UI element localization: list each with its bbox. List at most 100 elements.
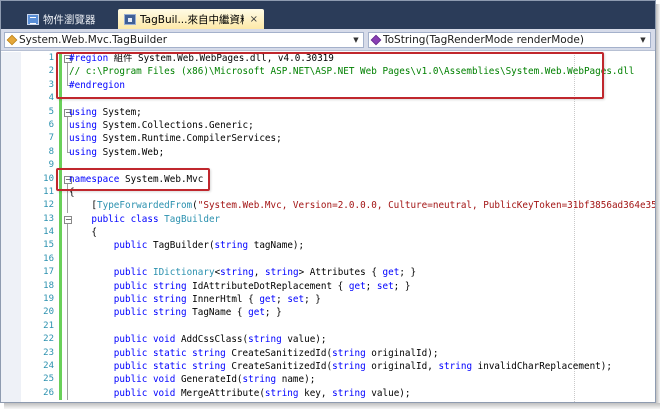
- code-line[interactable]: 23 public static string CreateSanitizedI…: [1, 346, 655, 360]
- change-marker: [59, 172, 62, 186]
- line-number: 21: [43, 320, 54, 331]
- code-text: using System.Collections.Generic;: [69, 119, 254, 131]
- tab-label: 物件瀏覽器: [43, 13, 96, 26]
- code-text: public void AddCssClass(string value);: [113, 334, 327, 346]
- code-line[interactable]: 6 using System.Collections.Generic;: [1, 118, 655, 133]
- code-line[interactable]: 12 [TypeForwardedFrom("System.Web.Mvc, V…: [1, 199, 655, 213]
- code-line[interactable]: 8 using System.Web;: [1, 145, 655, 160]
- navigation-bar: System.Web.Mvc.TagBuilder ▼ ToString(Tag…: [1, 29, 655, 51]
- change-marker: [59, 293, 62, 307]
- change-marker: [59, 279, 62, 294]
- chevron-down-icon[interactable]: ▼: [636, 33, 650, 47]
- outline-margin: [64, 159, 72, 172]
- code-line[interactable]: 21: [1, 319, 655, 334]
- line-number: 23: [43, 347, 54, 358]
- code-text: // c:\Program Files (x86)\Microsoft ASP.…: [69, 66, 635, 78]
- code-text: using System.Web;: [69, 146, 165, 158]
- code-text: using System.Runtime.CompilerServices;: [69, 133, 282, 145]
- class-icon: [6, 34, 18, 46]
- change-marker: [59, 185, 62, 200]
- code-text: {: [69, 227, 97, 239]
- code-line[interactable]: 16: [1, 252, 655, 267]
- code-line[interactable]: 15 public TagBuilder(string tagName);: [1, 239, 655, 253]
- code-text: public class TagBuilder: [91, 213, 221, 225]
- code-line[interactable]: 26 public void MergeAttribute(string key…: [1, 386, 655, 401]
- code-line[interactable]: 20 public string TagName { get; }: [1, 306, 655, 320]
- line-number: 10: [43, 173, 54, 184]
- line-number: 8: [48, 146, 54, 157]
- change-marker: [59, 386, 62, 401]
- change-marker: [59, 118, 62, 133]
- code-line[interactable]: 25 public void GenerateId(string name);: [1, 373, 655, 387]
- outline-margin: [64, 92, 72, 105]
- code-line[interactable]: 22 public void AddCssClass(string value)…: [1, 333, 655, 347]
- line-number: 7: [48, 133, 54, 144]
- code-line[interactable]: 5− using System;: [1, 105, 655, 120]
- line-number: 26: [43, 387, 54, 398]
- change-marker: [59, 105, 62, 119]
- code-line[interactable]: 2 // c:\Program Files (x86)\Microsoft ASP…: [1, 65, 655, 79]
- code-line[interactable]: 9: [1, 159, 655, 173]
- line-number: 18: [43, 280, 54, 291]
- csharp-file-icon: [124, 13, 136, 25]
- change-marker: [59, 306, 62, 320]
- code-text: public TagBuilder(string tagName);: [113, 240, 305, 252]
- change-marker: [59, 92, 62, 106]
- change-marker: [59, 239, 62, 253]
- code-line[interactable]: 14 {: [1, 226, 655, 240]
- code-line[interactable]: 10− namespace System.Web.Mvc: [1, 172, 655, 187]
- line-number: 1: [48, 53, 54, 63]
- change-marker: [59, 319, 62, 334]
- code-line[interactable]: 3 #endregion: [1, 78, 655, 93]
- code-text: public void MergeAttribute(string key, s…: [113, 387, 411, 399]
- line-number: 4: [48, 93, 54, 104]
- frame-shadow: [656, 4, 660, 407]
- code-line[interactable]: 1− #region 組件 System.Web.WebPages.dll, v4…: [1, 52, 655, 66]
- tab-label: TagBuil...來自中繼資料]: [140, 13, 244, 26]
- change-marker: [59, 199, 62, 213]
- change-marker: [59, 52, 62, 66]
- tab-object-browser[interactable]: 物件瀏覽器: [21, 9, 116, 29]
- member-dropdown-value: ToString(TagRenderMode renderMode): [383, 34, 584, 46]
- change-marker: [59, 333, 62, 347]
- line-number: 22: [43, 334, 54, 345]
- frame-shadow: [4, 403, 660, 409]
- change-marker: [59, 373, 62, 387]
- change-marker: [59, 359, 62, 374]
- line-number: 12: [43, 200, 54, 211]
- code-text: using System;: [69, 106, 142, 118]
- change-marker: [59, 252, 62, 267]
- change-marker: [59, 145, 62, 160]
- line-number: 24: [43, 360, 54, 371]
- line-number: 20: [43, 307, 54, 318]
- tab-tagbuilder-metadata[interactable]: TagBuil...來自中繼資料] ×: [118, 9, 264, 29]
- outline-margin: [64, 252, 72, 267]
- member-dropdown[interactable]: ToString(TagRenderMode renderMode) ▼: [368, 32, 651, 48]
- change-marker: [59, 266, 62, 280]
- code-line[interactable]: 24 public static string CreateSanitizedI…: [1, 359, 655, 374]
- code-lines: 1− #region 組件 System.Web.WebPages.dll, v4…: [1, 52, 655, 401]
- change-marker: [59, 159, 62, 173]
- code-line[interactable]: 7 using System.Runtime.CompilerServices;: [1, 132, 655, 146]
- code-text: public static string CreateSanitizedId(s…: [113, 347, 439, 359]
- code-line[interactable]: 11 {: [1, 185, 655, 200]
- change-marker: [59, 346, 62, 360]
- code-text: public static string CreateSanitizedId(s…: [113, 360, 612, 372]
- line-number: 25: [43, 374, 54, 385]
- close-icon[interactable]: ×: [250, 14, 258, 25]
- code-line[interactable]: 4: [1, 92, 655, 106]
- code-text: #region 組件 System.Web.WebPages.dll, v4.0…: [69, 53, 334, 64]
- line-number: 17: [43, 267, 54, 278]
- change-marker: [59, 65, 62, 79]
- code-line[interactable]: 19 public string InnerHtml { get; set; }: [1, 293, 655, 307]
- type-dropdown[interactable]: System.Web.Mvc.TagBuilder ▼: [4, 32, 364, 48]
- chevron-down-icon[interactable]: ▼: [349, 33, 363, 47]
- code-line[interactable]: 17 public IDictionary<string, string> At…: [1, 266, 655, 280]
- line-number: 15: [43, 240, 54, 251]
- code-editor[interactable]: 1− #region 組件 System.Web.WebPages.dll, v4…: [1, 52, 655, 402]
- line-number: 6: [48, 119, 54, 130]
- line-number: 9: [48, 160, 54, 171]
- code-line[interactable]: 18 public string IdAttributeDotReplaceme…: [1, 279, 655, 294]
- code-line[interactable]: 13− public class TagBuilder: [1, 212, 655, 227]
- code-text: {: [69, 186, 75, 198]
